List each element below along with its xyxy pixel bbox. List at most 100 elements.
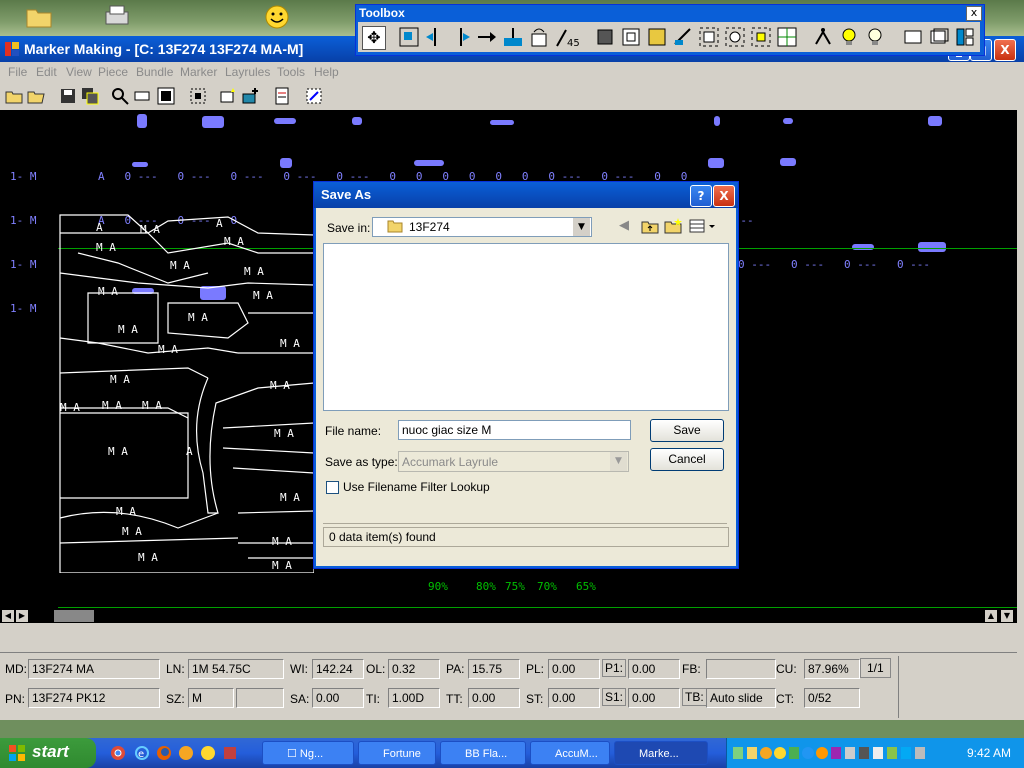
- status-box: 0 data item(s) found: [323, 527, 729, 547]
- move-tool-icon[interactable]: ✥: [362, 26, 386, 50]
- select-area-icon[interactable]: [188, 86, 208, 106]
- svg-text:M A: M A: [138, 551, 158, 564]
- new-marker-icon[interactable]: [218, 86, 238, 106]
- rotate-icon[interactable]: [528, 26, 550, 48]
- task-button-active[interactable]: Marke...: [614, 741, 708, 765]
- overlap-icon[interactable]: [698, 26, 720, 48]
- page-button[interactable]: 1/1: [860, 658, 891, 678]
- new-folder-icon[interactable]: [664, 218, 682, 234]
- menu-edit[interactable]: Edit: [36, 65, 57, 79]
- browser-icon[interactable]: [178, 745, 194, 761]
- scroll-down-icon[interactable]: ▼: [1001, 610, 1013, 622]
- bump-left-icon[interactable]: [424, 26, 446, 48]
- task-button[interactable]: AccuM...: [530, 741, 610, 765]
- open-file-icon[interactable]: [26, 86, 46, 106]
- menu-bundle[interactable]: Bundle: [136, 65, 173, 79]
- folder-desktop-icon[interactable]: [24, 2, 54, 30]
- full-view-icon[interactable]: [132, 86, 152, 106]
- window-tile-icon[interactable]: [954, 26, 976, 48]
- task-button[interactable]: Fortune: [358, 741, 436, 765]
- filter-checkbox[interactable]: [326, 481, 339, 494]
- save-as-type-value: Accumark Layrule: [402, 455, 499, 469]
- save-all-icon[interactable]: [80, 86, 100, 106]
- dialog-close-button[interactable]: X: [713, 185, 735, 207]
- dialog-title-bar[interactable]: Save As ? X: [314, 182, 738, 208]
- tray-icons[interactable]: [733, 746, 933, 760]
- printer-desktop-icon[interactable]: [102, 2, 132, 30]
- menu-piece[interactable]: Piece: [98, 65, 128, 79]
- menu-view[interactable]: View: [66, 65, 92, 79]
- up-folder-icon[interactable]: [641, 218, 659, 234]
- add-piece-icon[interactable]: [240, 86, 260, 106]
- task-button[interactable]: BB Fla...: [440, 741, 526, 765]
- svg-text:M A: M A: [280, 491, 300, 504]
- marker-edit-icon[interactable]: [672, 26, 694, 48]
- buffer-icon[interactable]: [724, 26, 746, 48]
- help-button[interactable]: ?: [690, 185, 712, 207]
- cancel-button[interactable]: Cancel: [650, 448, 724, 471]
- zoom-icon[interactable]: [110, 86, 130, 106]
- marker-layout[interactable]: AM AA M AM AM A M AM A M AM AM A M AM A …: [58, 213, 314, 573]
- start-button[interactable]: start: [0, 738, 96, 768]
- chevron-down-icon[interactable]: ▼: [610, 452, 627, 471]
- flip-icon[interactable]: [502, 26, 524, 48]
- horizontal-scrollbar[interactable]: ◀ ▶ ▲ ▼: [0, 609, 1017, 623]
- piece-box-icon[interactable]: [620, 26, 642, 48]
- toolbox-palette[interactable]: Toolbox x ✥ 45: [355, 4, 985, 56]
- scroll-right-icon[interactable]: ▶: [16, 610, 28, 622]
- s1-button[interactable]: S1:: [602, 688, 627, 706]
- window-single-icon[interactable]: [902, 26, 924, 48]
- ie-icon[interactable]: e: [134, 745, 150, 761]
- p1-button[interactable]: P1:: [602, 659, 627, 677]
- menu-tools[interactable]: Tools: [277, 65, 305, 79]
- fold-icon[interactable]: [646, 26, 668, 48]
- light-bulb-icon[interactable]: [838, 26, 860, 48]
- smiley-icon[interactable]: [200, 745, 216, 761]
- piece-info-icon[interactable]: [594, 26, 616, 48]
- menu-file[interactable]: File: [8, 65, 27, 79]
- file-list[interactable]: [323, 243, 729, 411]
- save-icon[interactable]: [58, 86, 78, 106]
- ln-label: LN:: [166, 662, 185, 676]
- save-in-value: 13F274: [409, 220, 450, 234]
- views-menu-icon[interactable]: [689, 218, 717, 234]
- save-button[interactable]: Save: [650, 419, 724, 442]
- menu-help[interactable]: Help: [314, 65, 339, 79]
- slide-icon[interactable]: [476, 26, 498, 48]
- task-button[interactable]: ☐ Ng...: [262, 741, 354, 765]
- rotate-45-icon[interactable]: 45: [554, 26, 584, 49]
- shrink-icon[interactable]: [750, 26, 772, 48]
- toolbox-close-button[interactable]: x: [966, 6, 982, 21]
- tool-bar: [0, 82, 1024, 111]
- vertical-scrollbar[interactable]: [1017, 110, 1024, 610]
- light-bulb-alt-icon[interactable]: [864, 26, 886, 48]
- scroll-up-icon[interactable]: ▲: [985, 610, 997, 622]
- firefox-icon[interactable]: [156, 745, 172, 761]
- hanger-icon[interactable]: [812, 26, 834, 48]
- window-double-icon[interactable]: [928, 26, 950, 48]
- save-in-dropdown[interactable]: 13F274 ▼: [372, 217, 592, 237]
- open-folder-icon[interactable]: [4, 86, 24, 106]
- save-as-type-dropdown[interactable]: Accumark Layrule ▼: [398, 451, 629, 472]
- tb-button[interactable]: TB:: [682, 688, 707, 706]
- pl-field: 0.00: [548, 659, 600, 679]
- close-button[interactable]: X: [994, 39, 1016, 61]
- report-icon[interactable]: [272, 86, 292, 106]
- back-arrow-icon[interactable]: ◀: [619, 218, 635, 234]
- percent-mark: 65%: [576, 580, 596, 593]
- menu-marker[interactable]: Marker: [180, 65, 217, 79]
- menu-layrules[interactable]: Layrules: [225, 65, 270, 79]
- plot-icon[interactable]: [304, 86, 324, 106]
- grid-view-icon[interactable]: [156, 86, 176, 106]
- pa-field: 15.75: [468, 659, 520, 679]
- group-tool-icon[interactable]: [398, 26, 420, 48]
- app-shortcut-icon[interactable]: [222, 745, 238, 761]
- file-name-input[interactable]: [398, 420, 631, 440]
- chevron-down-icon[interactable]: ▼: [573, 218, 590, 236]
- smiley-desktop-icon[interactable]: [262, 2, 292, 30]
- bump-right-icon[interactable]: [450, 26, 472, 48]
- chrome-icon[interactable]: [110, 745, 126, 761]
- marker-grid-icon[interactable]: [776, 26, 798, 48]
- scroll-left-icon[interactable]: ◀: [2, 610, 14, 622]
- scroll-thumb[interactable]: [54, 610, 94, 622]
